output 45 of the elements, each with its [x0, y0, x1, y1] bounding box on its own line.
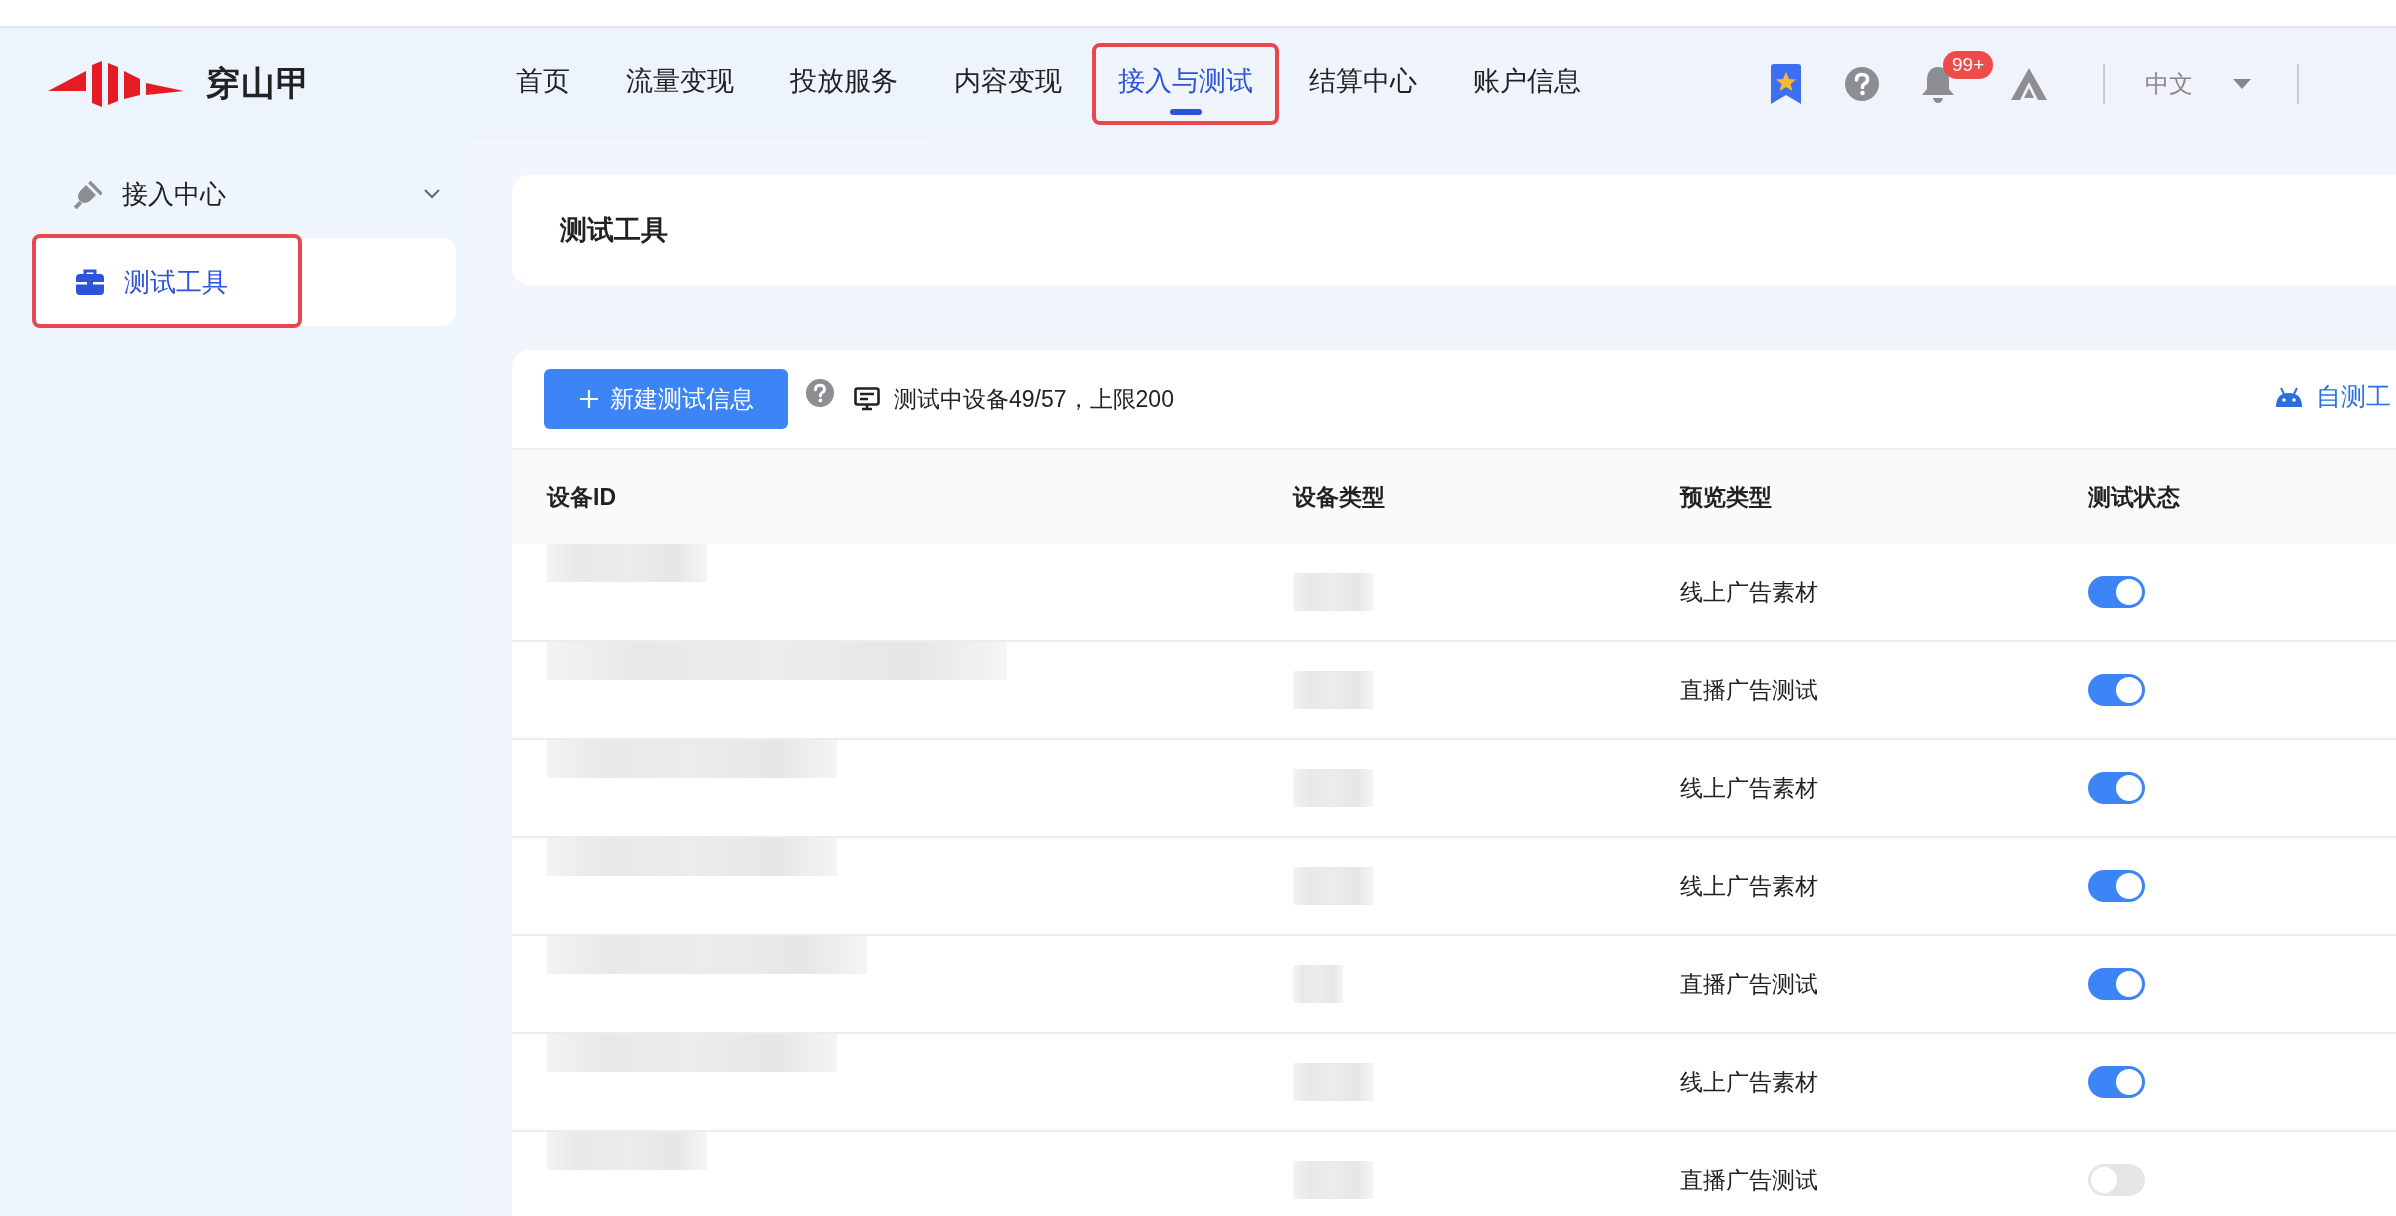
android-icon — [2274, 386, 2304, 407]
table-cell: 线上广告素材 — [1645, 1034, 2053, 1132]
table-cell: 直播广告测试 — [1645, 1132, 2053, 1216]
nav-tab[interactable]: 内容变现 — [928, 43, 1088, 125]
table-cell: 线上广告素材 — [1645, 544, 2053, 642]
triangle-logo-icon[interactable] — [2011, 68, 2047, 100]
nav-tab[interactable]: 投放服务 — [764, 43, 924, 125]
notification-bell-icon[interactable] — [1921, 65, 1955, 103]
monitor-icon — [854, 387, 880, 411]
table-cell: 线上广告素材 — [1645, 838, 2053, 936]
new-test-button[interactable]: 新建测试信息 — [544, 369, 788, 429]
logo-text: 穿山甲 — [206, 63, 311, 104]
plug-icon — [72, 179, 102, 209]
caret-icon — [2233, 79, 2251, 89]
sidebar-group[interactable]: 接入中心 — [0, 162, 470, 226]
logo-icon — [48, 61, 184, 107]
help-icon[interactable] — [1845, 67, 1879, 101]
nav-tab[interactable]: 结算中心 — [1283, 43, 1443, 125]
table-cell: 直播广告测试 — [1645, 936, 2053, 1034]
test-status-toggle[interactable] — [2088, 674, 2145, 706]
self-test-tool-link[interactable]: 自测工 — [2274, 380, 2391, 413]
test-status-toggle[interactable] — [2088, 576, 2145, 608]
notification-badge: 99+ — [1943, 51, 1994, 79]
table-cell: 线上广告素材 — [1645, 740, 2053, 838]
device-count-text: 测试中设备49/57，上限200 — [894, 384, 1174, 414]
nav-tab[interactable]: 接入与测试 — [1092, 43, 1279, 125]
column-header: 设备类型 — [1291, 482, 1386, 512]
test-status-toggle[interactable] — [2088, 1164, 2145, 1196]
nav-tab[interactable]: 首页 — [490, 43, 596, 125]
nav-tab[interactable]: 账户信息 — [1447, 43, 1607, 125]
column-header: 设备ID — [545, 482, 617, 512]
plus-icon — [580, 390, 598, 408]
test-status-toggle[interactable] — [2088, 968, 2145, 1000]
nav-tab[interactable]: 流量变现 — [600, 43, 760, 125]
column-header: 测试状态 — [2087, 482, 2181, 512]
page-title: 测试工具 — [560, 214, 668, 247]
column-header: 预览类型 — [1678, 482, 1773, 512]
test-status-toggle[interactable] — [2088, 772, 2145, 804]
test-status-toggle[interactable] — [2088, 870, 2145, 902]
toolbox-icon — [76, 269, 104, 295]
table-cell: 直播广告测试 — [1645, 642, 2053, 740]
test-status-toggle[interactable] — [2088, 1066, 2145, 1098]
bookmark-star-icon[interactable] — [1769, 64, 1803, 104]
redacted-text — [1293, 965, 1343, 1003]
help-icon[interactable] — [806, 379, 834, 407]
